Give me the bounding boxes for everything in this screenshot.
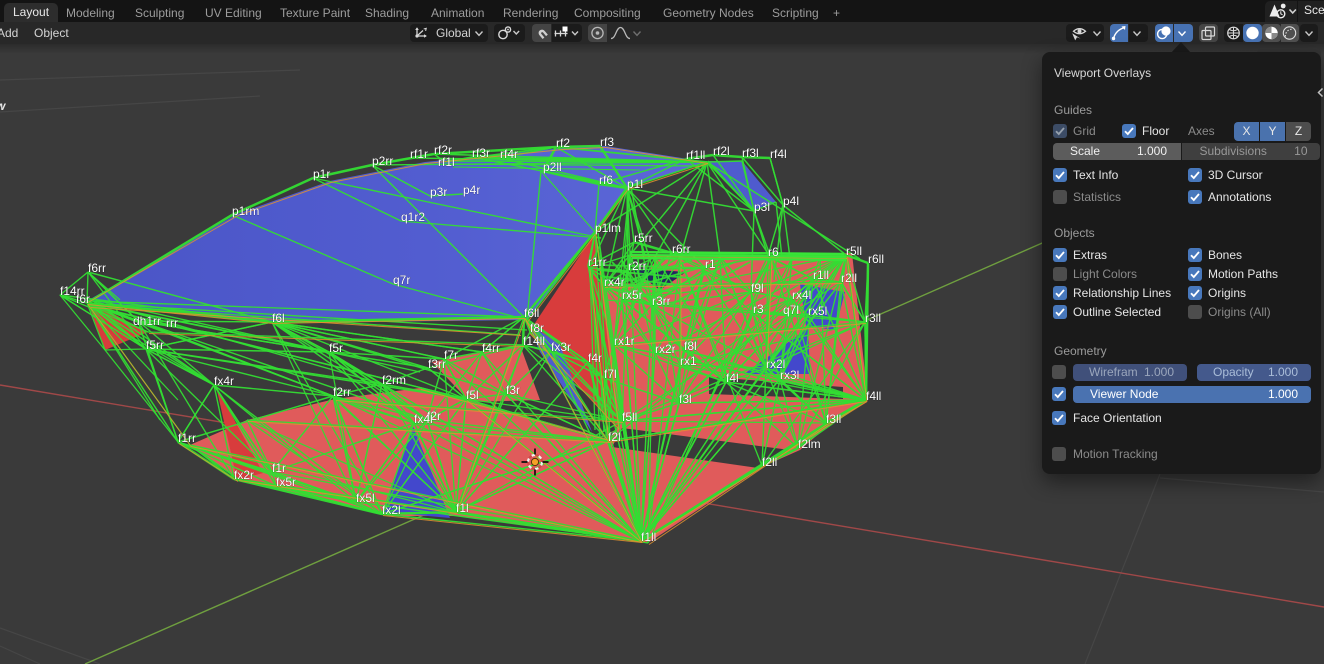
svg-text:r6: r6: [768, 245, 779, 259]
svg-text:fx4l: fx4l: [414, 412, 433, 426]
svg-text:r5ll: r5ll: [846, 244, 862, 258]
svg-text:rx1r: rx1r: [614, 334, 635, 348]
svg-text:p1r: p1r: [313, 167, 330, 181]
svg-text:f4ll: f4ll: [866, 389, 881, 403]
svg-text:p4l: p4l: [783, 194, 799, 208]
svg-text:rrr: rrr: [166, 316, 178, 330]
svg-text:r2rr: r2rr: [628, 259, 647, 273]
svg-text:rx4r: rx4r: [604, 275, 625, 289]
svg-text:p3l: p3l: [754, 200, 770, 214]
svg-text:rf3: rf3: [600, 135, 614, 149]
svg-text:fx2l: fx2l: [382, 503, 401, 517]
svg-text:f4r: f4r: [588, 351, 602, 365]
svg-text:p1rm: p1rm: [232, 204, 259, 218]
svg-text:q7l: q7l: [783, 303, 799, 317]
svg-text:f5rr: f5rr: [146, 338, 164, 352]
svg-text:f2rr: f2rr: [333, 385, 351, 399]
svg-text:p4r: p4r: [463, 183, 480, 197]
svg-text:f8r: f8r: [530, 321, 544, 335]
svg-text:rf1l: rf1l: [438, 155, 455, 169]
svg-text:f5l: f5l: [466, 388, 479, 402]
svg-text:p1l: p1l: [627, 177, 643, 191]
svg-text:rf3r: rf3r: [472, 146, 490, 160]
svg-text:rx4l: rx4l: [792, 288, 811, 302]
svg-text:rx5r: rx5r: [622, 288, 643, 302]
svg-text:rf4r: rf4r: [500, 147, 518, 161]
svg-text:f2l: f2l: [608, 430, 621, 444]
svg-text:r5rr: r5rr: [634, 231, 653, 245]
svg-text:rf4l: rf4l: [770, 147, 787, 161]
svg-text:f9l: f9l: [751, 281, 764, 295]
svg-text:f3ll: f3ll: [826, 412, 841, 426]
svg-text:f6r: f6r: [76, 292, 90, 306]
svg-text:r2ll: r2ll: [841, 271, 857, 285]
svg-text:rf1ll: rf1ll: [686, 148, 705, 162]
svg-text:f7l: f7l: [604, 367, 617, 381]
svg-text:f4l: f4l: [726, 371, 739, 385]
svg-text:f6rr: f6rr: [88, 261, 106, 275]
svg-text:f2ll: f2ll: [762, 455, 777, 469]
svg-text:fx3r: fx3r: [551, 340, 571, 354]
svg-text:rf2: rf2: [556, 136, 570, 150]
svg-text:p2rr: p2rr: [372, 154, 393, 168]
svg-text:f7r: f7r: [444, 348, 458, 362]
svg-text:r6rr: r6rr: [672, 242, 691, 256]
svg-text:rf3l: rf3l: [742, 146, 759, 160]
svg-text:f2lm: f2lm: [798, 437, 821, 451]
svg-text:p3r: p3r: [430, 185, 447, 199]
svg-text:r1rr: r1rr: [588, 255, 607, 269]
svg-text:rx2r: rx2r: [655, 342, 676, 356]
svg-text:f1r: f1r: [272, 461, 286, 475]
svg-text:f5r: f5r: [329, 341, 343, 355]
svg-text:r1ll: r1ll: [813, 268, 829, 282]
svg-text:rx1: rx1: [680, 354, 697, 368]
svg-text:rx5l: rx5l: [808, 304, 827, 318]
svg-text:f2rm: f2rm: [382, 373, 406, 387]
svg-text:dh1rr: dh1rr: [133, 314, 161, 328]
svg-text:r6ll: r6ll: [868, 252, 884, 266]
svg-text:p1lm: p1lm: [595, 221, 621, 235]
svg-text:q1r2: q1r2: [401, 210, 425, 224]
svg-text:fx5l: fx5l: [356, 491, 375, 505]
svg-text:rf6: rf6: [599, 173, 613, 187]
svg-text:r1: r1: [705, 257, 716, 271]
svg-text:f3r: f3r: [506, 383, 520, 397]
svg-text:f6ll: f6ll: [524, 306, 539, 320]
svg-text:f1l: f1l: [456, 501, 469, 515]
svg-text:rx3l: rx3l: [780, 368, 799, 382]
svg-text:rf1r: rf1r: [410, 147, 428, 161]
svg-text:r3: r3: [753, 302, 764, 316]
svg-text:f14ll: f14ll: [523, 334, 545, 348]
svg-text:f1rr: f1rr: [178, 431, 196, 445]
svg-text:f1ll: f1ll: [641, 530, 656, 544]
svg-text:f8l: f8l: [684, 339, 697, 353]
svg-text:r3ll: r3ll: [865, 311, 881, 325]
svg-text:q7r: q7r: [393, 273, 410, 287]
svg-text:f3l: f3l: [679, 392, 692, 406]
svg-text:p2ll: p2ll: [543, 160, 562, 174]
svg-text:r3rr: r3rr: [652, 294, 671, 308]
svg-text:f4rr: f4rr: [482, 341, 500, 355]
svg-text:fx5r: fx5r: [276, 475, 296, 489]
svg-text:f6l: f6l: [272, 311, 285, 325]
svg-text:w: w: [0, 99, 6, 113]
svg-text:f3rr: f3rr: [428, 357, 446, 371]
svg-text:f5ll: f5ll: [622, 410, 637, 424]
svg-text:fx4r: fx4r: [214, 374, 234, 388]
svg-text:rf2l: rf2l: [713, 144, 730, 158]
svg-text:fx2r: fx2r: [234, 468, 254, 482]
